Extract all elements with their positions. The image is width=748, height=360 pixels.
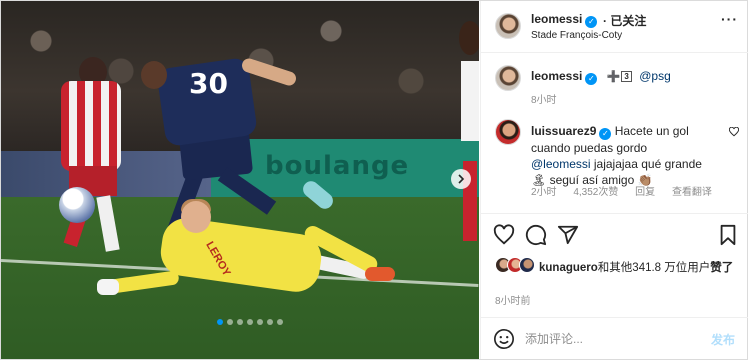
emoji-icon[interactable] (493, 328, 515, 350)
follow-status[interactable]: · 已关注 (603, 12, 646, 29)
more-options-icon[interactable]: ··· (721, 11, 738, 27)
comment-time: 2小时 (531, 187, 557, 198)
post-comment-button[interactable]: 发布 (711, 331, 735, 348)
carousel-dots (217, 319, 283, 325)
post-time: 8小时前 (495, 296, 531, 307)
post-photo[interactable]: boulange 30 LEROY (1, 1, 479, 359)
action-bar (481, 213, 748, 253)
reply-button[interactable]: 回复 (635, 187, 655, 198)
caption-username[interactable]: leomessi ✓ (531, 69, 598, 85)
comment-meta: 2小时 4,352次赞 回复 查看翻译 (531, 183, 726, 198)
likes-suffix: 赞了 (710, 262, 734, 274)
player-right-shirt (461, 61, 479, 141)
like-heart-icon[interactable] (493, 224, 515, 246)
caption-line: leomessi ✓ ➕ 3 @psg (531, 69, 671, 85)
carousel-dot (217, 319, 223, 325)
likes-text: kunaguero和其他341.8 万位用户赞了 (539, 262, 734, 274)
avatar[interactable] (495, 119, 521, 145)
view-translation-button[interactable]: 查看翻译 (672, 187, 712, 198)
verified-badge-icon: ✓ (585, 73, 598, 85)
avatar[interactable] (495, 13, 521, 39)
post-dialog: boulange 30 LEROY leomessi ✓ · 已关注 Stade… (0, 0, 748, 360)
carousel-dot (277, 319, 283, 325)
football (59, 187, 95, 223)
caption-emoji: ➕ 3 (607, 70, 632, 83)
share-icon[interactable] (557, 224, 579, 246)
verified-badge-icon: ✓ (599, 128, 612, 140)
caption-mention[interactable]: @psg (639, 69, 671, 83)
comment-icon[interactable] (525, 224, 547, 246)
ad-board-text: boulange (265, 151, 410, 181)
jersey-number: 30 (189, 67, 228, 100)
carousel-dot (247, 319, 253, 325)
striker-head (141, 61, 167, 89)
carousel-dot (267, 319, 273, 325)
heart-icon[interactable] (729, 127, 739, 137)
avatar[interactable] (495, 65, 521, 91)
bookmark-icon[interactable] (717, 224, 739, 246)
chevron-right-icon (458, 174, 465, 184)
player-right-head (459, 21, 479, 55)
avatar (519, 257, 535, 273)
carousel-dot (227, 319, 233, 325)
goalkeeper-head (181, 201, 211, 233)
comment-body: luissuarez9 ✓ Hacete un gol cuando puedas… (531, 123, 707, 188)
comment-input[interactable] (525, 328, 695, 350)
defender-shirt (61, 81, 121, 171)
comment-box: 发布 (481, 317, 748, 359)
post-header: leomessi ✓ · 已关注 Stade François-Coty ··· (481, 1, 748, 53)
carousel-dot (237, 319, 243, 325)
post-location[interactable]: Stade François-Coty (531, 30, 622, 41)
goalkeeper-glove (97, 279, 119, 295)
post-sidebar: leomessi ✓ · 已关注 Stade François-Coty ··· … (480, 1, 748, 359)
verified-badge-icon: ✓ (585, 16, 598, 28)
likes-user[interactable]: kunaguero (539, 262, 598, 274)
carousel-dot (257, 319, 263, 325)
post-username[interactable]: leomessi ✓ (531, 12, 598, 28)
goalkeeper-boot (365, 267, 395, 281)
caption-time: 8小时 (531, 95, 557, 106)
comment-likes[interactable]: 4,352次赞 (573, 187, 618, 198)
next-photo-button[interactable] (451, 169, 471, 189)
comment-mention[interactable]: @leomessi (531, 157, 591, 171)
comment-username[interactable]: luissuarez9 ✓ (531, 124, 612, 140)
